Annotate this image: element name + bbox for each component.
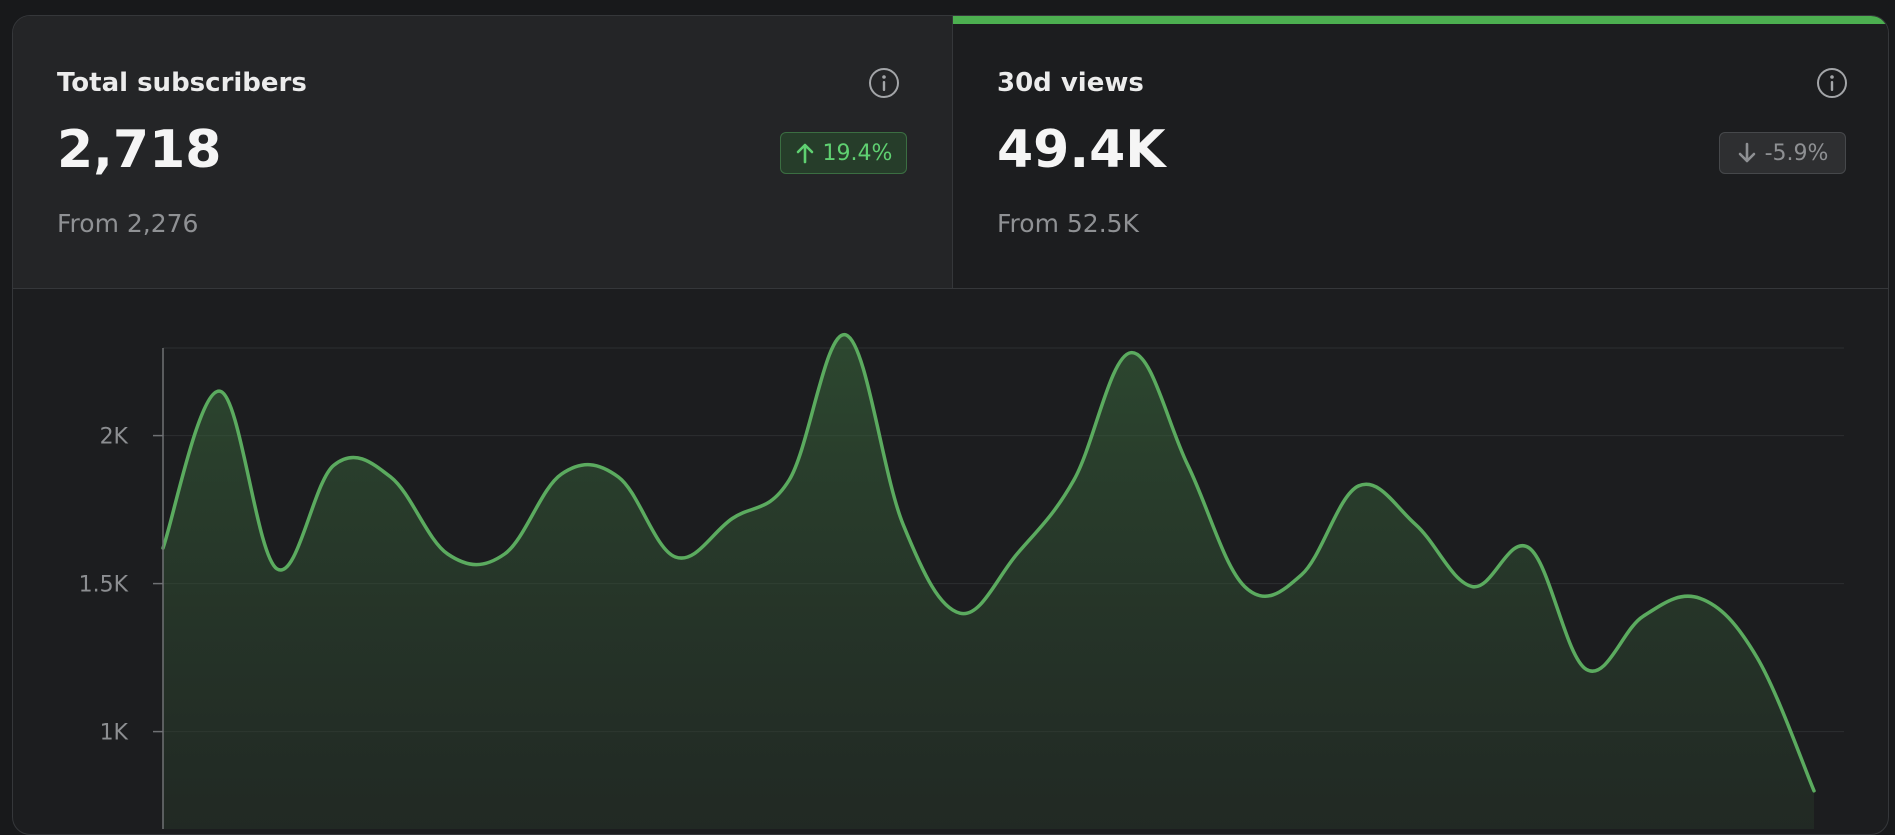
info-circle-icon[interactable]	[868, 67, 900, 99]
metric-from: From 2,276	[57, 209, 199, 238]
y-tick-label: 1K	[100, 721, 129, 746]
metric-title: Total subscribers	[57, 68, 307, 98]
metric-from: From 52.5K	[997, 209, 1139, 238]
info-circle-icon[interactable]	[1816, 67, 1848, 99]
y-tick-label: 2K	[100, 425, 129, 450]
y-tick-label: 1.5K	[79, 573, 129, 598]
change-value: 19.4%	[822, 140, 893, 166]
metric-value: 49.4K	[997, 120, 1166, 180]
arrow-up-icon	[796, 143, 813, 164]
change-badge-down: -5.9%	[1719, 132, 1846, 174]
metric-card-total-subscribers[interactable]: Total subscribers 2,718 From 2,276 19.4%	[13, 16, 953, 289]
metric-card-30d-views[interactable]: 30d views 49.4K From 52.5K -5.9%	[953, 16, 1888, 289]
views-area-chart: 1K 1.5K 2K	[79, 333, 1844, 829]
change-value: -5.9%	[1764, 140, 1829, 166]
analytics-panel: Total subscribers 2,718 From 2,276 19.4%…	[12, 15, 1889, 835]
series-area	[163, 334, 1814, 829]
metric-title: 30d views	[997, 68, 1144, 98]
metric-value: 2,718	[57, 120, 222, 180]
active-indicator	[953, 16, 1888, 24]
change-badge-up: 19.4%	[780, 132, 907, 174]
arrow-down-icon	[1738, 142, 1755, 163]
